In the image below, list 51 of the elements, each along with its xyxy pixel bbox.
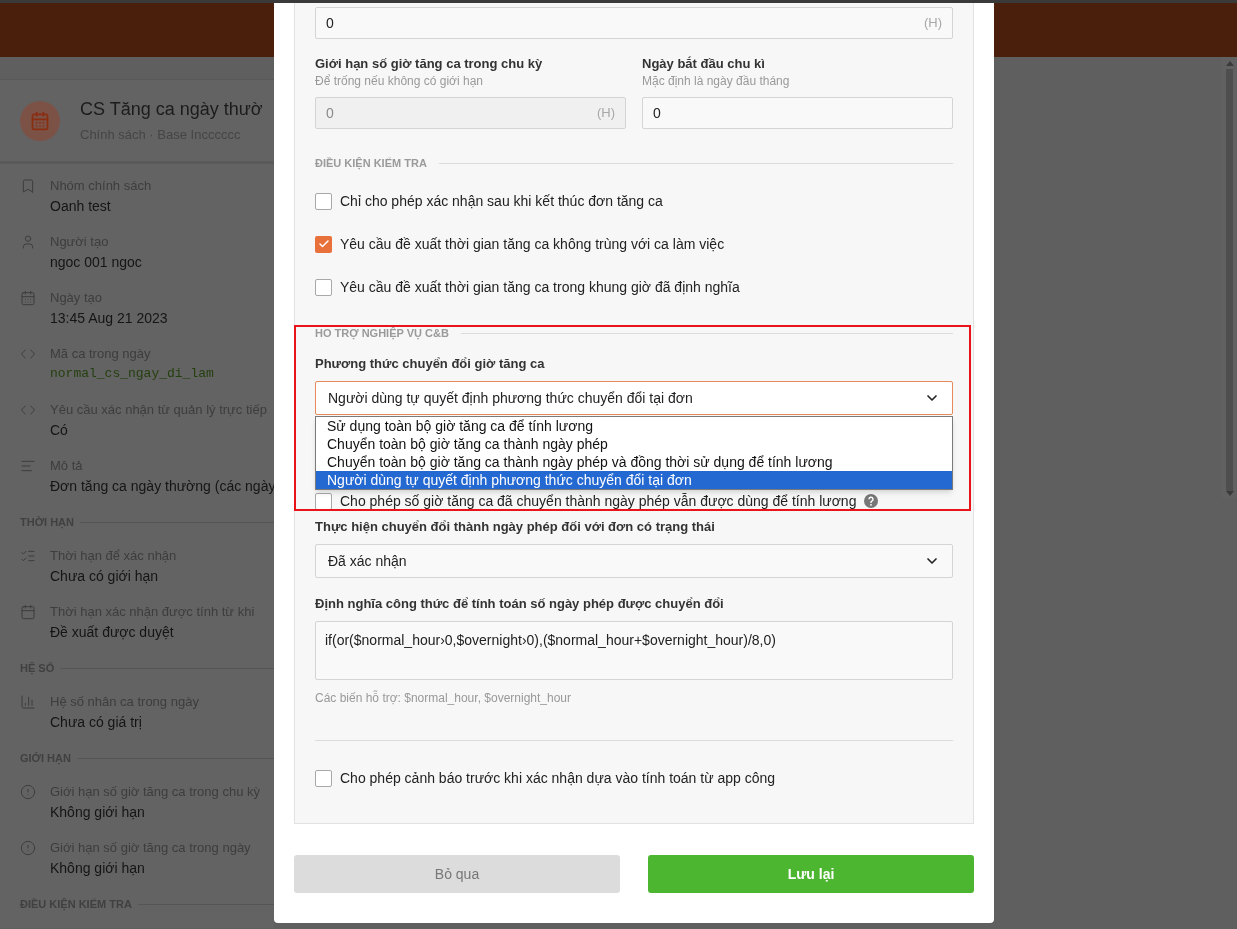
help-icon — [864, 494, 879, 508]
checkbox-label: Chỉ cho phép xác nhận sau khi kết thúc đơn tăng ca — [340, 191, 663, 211]
field-label: Giới hạn số giờ tăng ca trong chu kỳ — [315, 55, 544, 73]
section-heading: HO TRỢ NGHIỆP VỤ C&B — [315, 325, 449, 342]
dropdown-option[interactable]: Người dùng tự quyết định phương thức chuyển đổi tại đơn — [316, 471, 952, 489]
detail-value: Oanh test — [50, 197, 112, 216]
field-label: Định nghĩa công thức để tính toán số ngày phép được chuyển đổi — [315, 595, 725, 613]
check-icon — [317, 238, 330, 250]
detail-value: normal_cs_ngay_di_lam — [50, 365, 214, 383]
checkbox[interactable] — [315, 235, 332, 253]
dropdown-option[interactable]: Sử dụng toàn bộ giờ tăng ca để tính lương — [316, 417, 952, 435]
detail-value: Đề xuất được duyệt — [50, 623, 175, 642]
select-field[interactable]: Đã xác nhận — [315, 544, 953, 578]
detail-icon — [20, 602, 36, 622]
detail-value: Chưa có giá trị — [50, 713, 143, 732]
field-hint: Các biến hỗ trợ: $normal_hour, $overnight_hour — [315, 690, 573, 706]
field-label: Ngày bắt đầu chu kì — [642, 55, 766, 73]
detail-icon — [20, 782, 36, 802]
detail-icon — [20, 232, 36, 252]
detail-value: Chưa có giới hạn — [50, 567, 160, 586]
detail-value: 13:45 Aug 21 2023 — [50, 309, 168, 328]
checkbox[interactable] — [315, 769, 332, 787]
formula-textarea[interactable]: if(or($normal_hour›0,$overnight›0),($normal_hour+$overnight_hour)/8,0) — [315, 621, 953, 680]
dropdown-option[interactable]: Chuyển toàn bộ giờ tăng ca thành ngày phép — [316, 435, 952, 453]
field-hint: Mặc định là ngày đầu tháng — [642, 73, 791, 89]
scroll-down-icon[interactable] — [1225, 491, 1234, 496]
checkbox-label: Yêu cầu đề xuất thời gian tăng ca trong khung giờ đã định nghĩa — [340, 277, 740, 297]
detail-value: ngoc 001 ngoc — [50, 253, 142, 272]
policy-title: CS Tăng ca ngày thườ — [80, 97, 263, 121]
checkbox[interactable] — [315, 278, 332, 296]
checkbox[interactable] — [315, 192, 332, 210]
detail-value: Có — [50, 421, 69, 440]
checkbox-label: Cho phép cảnh báo trước khi xác nhận dựa vào tính toán từ app công — [340, 768, 776, 788]
detail-icon — [20, 838, 36, 858]
detail-icon — [20, 176, 36, 196]
detail-icon — [20, 288, 36, 308]
input-field[interactable]: 0 — [642, 97, 953, 129]
detail-value: Không giới hạn — [50, 803, 146, 822]
input-field[interactable]: 0 (H) — [315, 7, 953, 39]
calendar-icon — [20, 100, 60, 141]
scroll-up-icon[interactable] — [1225, 61, 1234, 66]
checkbox[interactable] — [315, 492, 332, 510]
field-label: Phương thức chuyển đổi giờ tăng ca — [315, 355, 546, 373]
field-label: Thực hiện chuyển đổi thành ngày phép đối với đơn có trạng thái — [315, 518, 716, 536]
field-hint: Để trống nếu không có giới hạn — [315, 73, 484, 89]
checkbox-label: Yêu cầu đề xuất thời gian tăng ca không trùng với ca làm việc — [340, 234, 725, 254]
detail-value: Không giới hạn — [50, 859, 146, 878]
dropdown-option[interactable]: Chuyển toàn bộ giờ tăng ca thành ngày phép và đồng thời sử dụng để tính lương — [316, 453, 952, 471]
checkbox-label: Cho phép số giờ tăng ca đã chuyển thành ngày phép vẫn được dùng để tính lương — [340, 491, 857, 511]
section-heading: ĐIỀU KIỆN KIỂM TRA — [315, 155, 427, 172]
select-field[interactable]: Người dùng tự quyết định phương thức chuyển đổi tại đơn — [315, 381, 953, 415]
